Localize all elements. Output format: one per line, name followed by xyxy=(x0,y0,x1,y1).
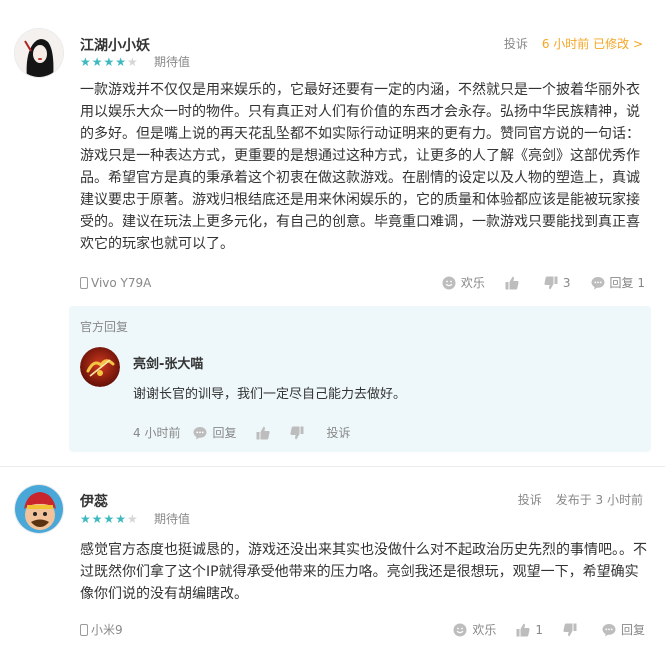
avatar[interactable] xyxy=(14,28,64,78)
official-reply-label: 回复 xyxy=(212,426,237,440)
thumb-up-icon xyxy=(516,623,530,637)
official-reply: 官方回复 亮剑-张大喵 谢谢长官的训导，我们一定尽自己能力去做好。 4 小时前 xyxy=(69,306,651,452)
official-reply-content: 谢谢长官的训导，我们一定尽自己能力去做好。 xyxy=(133,387,407,402)
developer-name[interactable]: 亮剑-张大喵 xyxy=(133,357,203,373)
thumb-down-icon xyxy=(544,276,558,290)
username[interactable]: 伊蕊 xyxy=(80,491,108,511)
rating-label: 期待值 xyxy=(154,512,191,526)
official-reply-time: 4 小时前 xyxy=(133,426,181,440)
official-reply-button[interactable]: 回复 xyxy=(193,425,236,441)
reply-label: 回复 xyxy=(620,623,645,637)
official-dislike-button[interactable] xyxy=(290,426,304,440)
dislike-button[interactable]: 3 xyxy=(544,275,571,291)
publish-time: 发布于 3 小时前 xyxy=(555,493,643,507)
official-reply-actions: 4 小时前 回复 投诉 xyxy=(133,425,350,441)
device-info: 小米9 xyxy=(80,622,123,638)
official-report-button[interactable]: 投诉 xyxy=(326,425,350,441)
review-meta: 投诉 6 小时前 已修改 > xyxy=(504,36,643,52)
avatar[interactable] xyxy=(14,484,64,534)
funny-label: 欢乐 xyxy=(472,623,497,637)
review-content: 感觉官方态度也挺诚恳的，游戏还没出来其实也没做什么对不起政治历史先烈的事情吧。。… xyxy=(80,542,647,602)
funny-button[interactable]: 欢乐 xyxy=(453,622,496,638)
username[interactable]: 江湖小小妖 xyxy=(80,35,150,55)
funny-label: 欢乐 xyxy=(460,276,485,290)
reply-button[interactable]: 回复 1 xyxy=(591,275,645,291)
like-button[interactable]: 1 xyxy=(516,622,543,638)
review-card: 江湖小小妖 ★★★★★ 期待值 投诉 6 小时前 已修改 > 一款游戏并不仅仅是… xyxy=(0,0,665,466)
dislike-count: 3 xyxy=(562,276,571,290)
phone-icon xyxy=(80,624,88,636)
report-button[interactable]: 投诉 xyxy=(504,36,528,52)
device-name: Vivo Y79A xyxy=(91,276,152,290)
thumb-up-icon xyxy=(256,426,271,440)
review-meta: 投诉 发布于 3 小时前 xyxy=(518,492,643,508)
review-actions: 欢乐 3 回复 1 xyxy=(422,275,645,291)
thumb-up-icon xyxy=(505,276,519,290)
comment-icon xyxy=(602,623,616,637)
phone-icon xyxy=(80,277,88,289)
thumb-down-icon xyxy=(563,623,577,637)
review-content: 一款游戏并不仅仅是用来娱乐的，它最好还要有一定的内涵，不然就只是一个披着华丽外衣… xyxy=(80,82,640,252)
dislike-button[interactable] xyxy=(563,623,582,637)
rating-label: 期待值 xyxy=(154,55,191,69)
report-button[interactable]: 投诉 xyxy=(518,492,542,508)
funny-button[interactable]: 欢乐 xyxy=(442,275,485,291)
official-like-button[interactable] xyxy=(256,426,271,440)
smile-icon xyxy=(442,276,456,290)
developer-avatar[interactable] xyxy=(80,347,120,387)
device-info: Vivo Y79A xyxy=(80,275,151,291)
star-rating: ★★★★★ xyxy=(80,55,139,69)
review-card: 伊蕊 ★★★★★ 期待值 投诉 发布于 3 小时前 感觉官方态度也挺诚恳的，游戏… xyxy=(0,467,665,660)
comment-icon xyxy=(193,426,207,440)
reply-label: 回复 1 xyxy=(609,276,645,290)
reply-button[interactable]: 回复 xyxy=(602,622,645,638)
official-reply-title: 官方回复 xyxy=(80,320,129,334)
review-actions: 欢乐 1 回复 xyxy=(433,622,645,638)
like-count: 1 xyxy=(535,623,543,637)
edited-time-link[interactable]: 6 小时前 已修改 > xyxy=(542,36,643,52)
thumb-down-icon xyxy=(290,426,304,440)
comment-icon xyxy=(591,276,605,290)
device-name: 小米9 xyxy=(91,623,123,637)
star-rating: ★★★★★ xyxy=(80,512,139,526)
smile-icon xyxy=(453,623,467,637)
like-button[interactable] xyxy=(505,276,524,290)
